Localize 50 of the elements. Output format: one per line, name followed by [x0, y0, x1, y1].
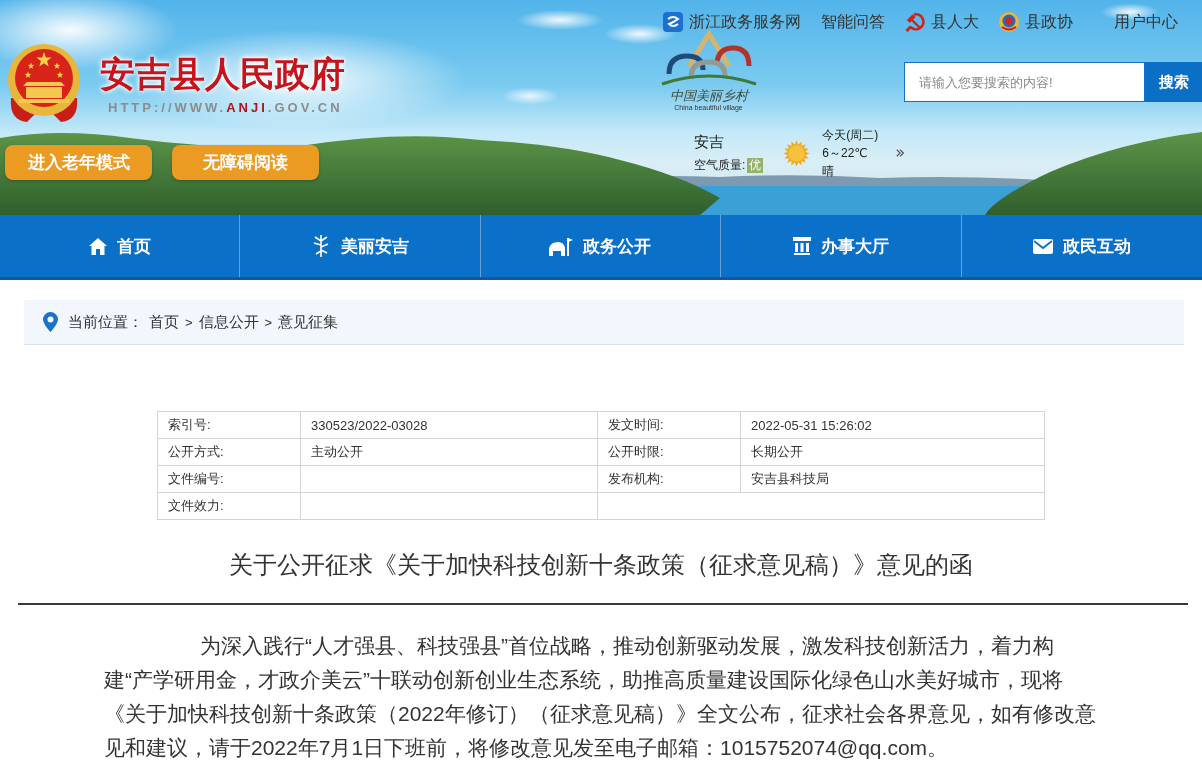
table-cell: 2022-05-31 15:26:02: [740, 411, 1045, 439]
table-cell: 长期公开: [740, 438, 1045, 466]
nav-item[interactable]: 政务公开: [480, 215, 722, 277]
table-cell: 文件编号:: [157, 465, 301, 493]
table-cell: 发布机构:: [597, 465, 741, 493]
breadcrumb-separator: >: [185, 314, 193, 330]
city-name: 安吉: [694, 132, 725, 151]
top-link[interactable]: 县人大: [905, 11, 979, 33]
mail-icon: [1032, 238, 1053, 254]
weather-condition: 晴: [822, 163, 836, 180]
table-cell: 索引号:: [157, 411, 301, 439]
nav-item[interactable]: 办事大厅: [721, 215, 962, 277]
article-paragraph: 为深入践行“人才强县、科技强县”首位战略，推动创新驱动发展，激发科技创新活力，着力构建“产学研用金，才政介美云”十联动创新创业生态系统，助推高质量建设国际化绿色山水美好城市，现将《关于加快科技创新十条政策（2022年修订）（征求意见稿）》全文公布，征求社会各界意见，如有修改意见和建议，请于2022年7月1日下班前，将修改意见发至电子邮箱：1015752074@qq.com。: [104, 633, 1097, 761]
breadcrumb-link[interactable]: 信息公开: [198, 312, 259, 332]
breadcrumb-link[interactable]: 意见征集: [278, 312, 339, 332]
air-quality-label: 空气质量:: [694, 156, 746, 174]
top-link[interactable]: 县政协: [999, 11, 1073, 33]
search-button[interactable]: 搜索: [1145, 62, 1202, 102]
breadcrumb-link[interactable]: 首页: [149, 312, 179, 332]
weather-day: 今天(周二): [822, 126, 888, 144]
table-cell: 安吉县科技局: [740, 465, 1045, 493]
table-cell: 主动公开: [300, 438, 598, 466]
table-cell: 发文时间:: [597, 411, 741, 439]
breadcrumb-separator: >: [264, 314, 273, 330]
round-emblem-icon: [999, 12, 1019, 32]
article-title: 关于公开征求《关于加快科技创新十条政策（征求意见稿）》意见的函: [228, 550, 974, 580]
top-link[interactable]: 智能问答: [821, 11, 885, 33]
search-field[interactable]: 请输入您要搜索的内容!: [904, 62, 1145, 102]
hammer-sickle-icon: [905, 12, 925, 32]
table-cell: 文件效力:: [157, 492, 301, 520]
breadcrumb-label: 当前位置：: [68, 312, 143, 332]
square-logo-icon: [663, 12, 683, 32]
double-chevron-icon[interactable]: [895, 148, 904, 158]
table-cell: 公开时限:: [597, 438, 741, 466]
building-icon: [792, 237, 811, 255]
nav-item[interactable]: 美丽安吉: [240, 215, 481, 277]
table-cell: 330523/2022-03028: [300, 411, 598, 439]
weather-temperature: 6～22℃: [822, 145, 869, 162]
site-url: HTTP://WWW.ANJI.GOV.CN: [108, 100, 344, 116]
site-title: 安吉县人民政府: [100, 54, 345, 94]
house-flag-icon: [549, 236, 574, 256]
nav-item[interactable]: 政民互动: [961, 215, 1202, 277]
top-link[interactable]: 浙江政务服务网: [663, 11, 801, 33]
home-icon: [88, 237, 107, 255]
table-cell: 公开方式:: [157, 438, 301, 466]
logo-title: 中国美丽乡村: [669, 88, 748, 103]
air-quality-badge: 优: [747, 157, 764, 173]
nav-item[interactable]: 首页: [0, 215, 241, 277]
top-link[interactable]: 用户中心: [1114, 11, 1178, 33]
location-pin-icon: [43, 312, 58, 332]
